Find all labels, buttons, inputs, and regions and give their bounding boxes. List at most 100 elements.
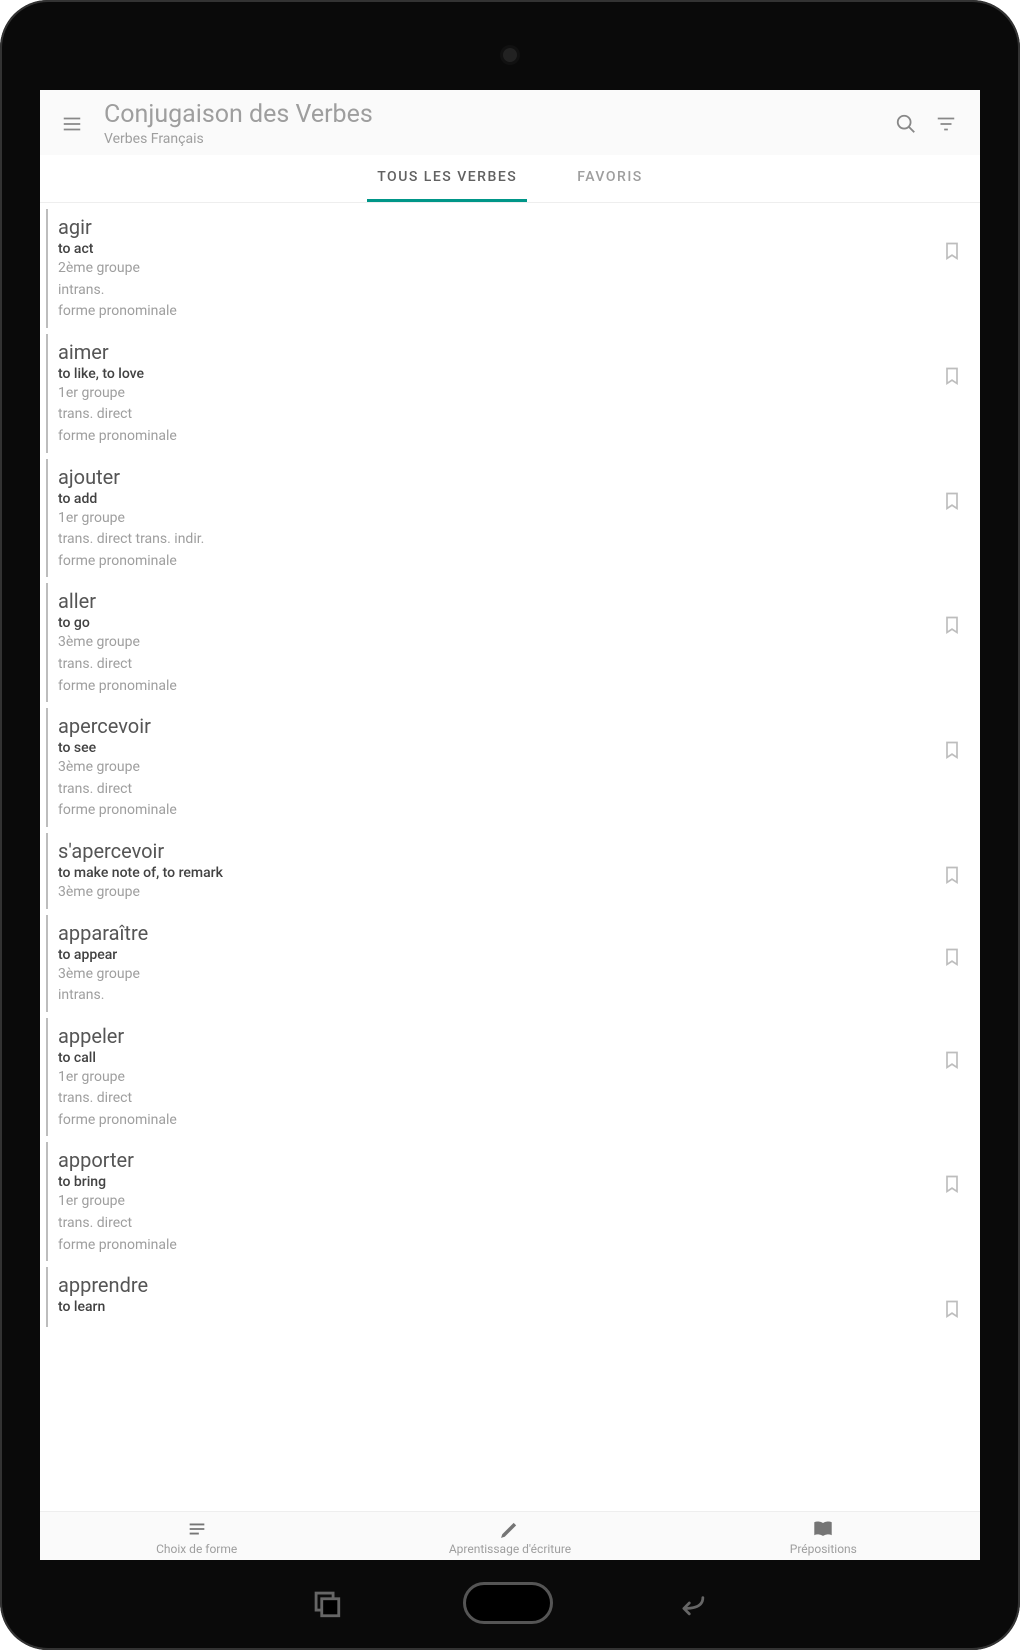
verb-meta: 3ème groupe <box>58 758 938 778</box>
verb-meta: trans. direct <box>58 405 938 425</box>
verb-row[interactable]: appeler to call 1er groupetrans. directfor… <box>46 1018 980 1137</box>
bookmark-icon <box>942 364 962 388</box>
bookmark-icon <box>942 1297 962 1321</box>
verb-translation: to appear <box>58 947 938 963</box>
verb-translation: to bring <box>58 1174 938 1190</box>
verb-translation: to call <box>58 1050 938 1066</box>
verb-word: appeler <box>58 1024 938 1048</box>
bottom-item-apprentissage[interactable]: Aprentissage d'écriture <box>353 1518 666 1556</box>
verb-meta: trans. direct trans. indir. <box>58 530 938 550</box>
verb-word: aller <box>58 589 938 613</box>
bookmark-icon <box>942 1048 962 1072</box>
verb-word: apparaître <box>58 921 938 945</box>
verb-meta: forme pronominale <box>58 1111 938 1131</box>
bookmark-button[interactable] <box>938 1273 966 1321</box>
verb-meta: 3ème groupe <box>58 965 938 985</box>
bookmark-button[interactable] <box>938 215 966 263</box>
verb-meta: trans. direct <box>58 1214 938 1234</box>
verb-row[interactable]: aller to go 3ème groupetrans. directforme … <box>46 583 980 702</box>
verb-meta: trans. direct <box>58 655 938 675</box>
verb-meta: 1er groupe <box>58 384 938 404</box>
verb-row[interactable]: apporterto bring1er groupetrans. directf… <box>46 1142 980 1261</box>
back-icon[interactable] <box>673 1586 711 1620</box>
tab-all-verbs[interactable]: TOUS LES VERBES <box>367 155 527 202</box>
list-icon <box>186 1518 208 1540</box>
verb-row-body: aller to go 3ème groupetrans. directforme … <box>58 589 938 696</box>
bookmark-icon <box>942 738 962 762</box>
verb-row-body: apparaître to appear 3ème groupeintrans. <box>58 921 938 1006</box>
home-button[interactable] <box>463 1582 553 1624</box>
verb-row[interactable]: apercevoir to see 3ème groupetrans. direct… <box>46 708 980 827</box>
verb-row-body: agirto act2ème groupeintrans.forme prono… <box>58 215 938 322</box>
verb-word: aimer <box>58 340 938 364</box>
verb-meta: intrans. <box>58 986 938 1006</box>
bottom-nav: Choix de forme Aprentissage d'écriture P… <box>40 1511 980 1560</box>
verb-word: apporter <box>58 1148 938 1172</box>
verb-row-body: ajouter to add 1er groupetrans. direct tra… <box>58 465 938 572</box>
verb-list[interactable]: agirto act2ème groupeintrans.forme prono… <box>40 203 980 1511</box>
verb-meta: 3ème groupe <box>58 633 938 653</box>
verb-word: ajouter <box>58 465 938 489</box>
bookmark-icon <box>942 613 962 637</box>
bookmark-button[interactable] <box>938 921 966 969</box>
filter-button[interactable] <box>926 113 966 135</box>
search-button[interactable] <box>886 113 926 135</box>
verb-meta: intrans. <box>58 281 938 301</box>
bottom-label: Prépositions <box>790 1542 857 1556</box>
verb-translation: to learn <box>58 1299 938 1315</box>
bookmark-icon <box>942 489 962 513</box>
verb-row[interactable]: aimer to like, to love 1er groupetrans. di… <box>46 334 980 453</box>
verb-translation: to go <box>58 615 938 631</box>
bottom-label: Choix de forme <box>156 1542 237 1556</box>
verb-translation: to like, to love <box>58 366 938 382</box>
verb-word: agir <box>58 215 938 239</box>
bookmark-icon <box>942 1172 962 1196</box>
verb-translation: to see <box>58 740 938 756</box>
verb-translation: to make note of, to remark <box>58 865 938 881</box>
verb-meta: trans. direct <box>58 1089 938 1109</box>
verb-word: apercevoir <box>58 714 938 738</box>
verb-row[interactable]: agirto act2ème groupeintrans.forme prono… <box>46 209 980 328</box>
verb-meta: 1er groupe <box>58 1068 938 1088</box>
verb-row[interactable]: apparaître to appear 3ème groupeintrans. <box>46 915 980 1012</box>
tab-bar: TOUS LES VERBES FAVORIS <box>40 155 980 203</box>
verb-word: apprendre <box>58 1273 938 1297</box>
hardware-buttons <box>0 1582 1020 1624</box>
bottom-item-prepositions[interactable]: Prépositions <box>667 1518 980 1556</box>
verb-row[interactable]: s'apercevoir to make note of, to remark 3è… <box>46 833 980 909</box>
bottom-item-choix[interactable]: Choix de forme <box>40 1518 353 1556</box>
verb-row[interactable]: apprendre to learn <box>46 1267 980 1327</box>
bookmark-button[interactable] <box>938 589 966 637</box>
verb-meta: forme pronominale <box>58 677 938 697</box>
menu-button[interactable] <box>54 113 90 135</box>
pencil-icon <box>499 1518 521 1540</box>
verb-row-body: apercevoir to see 3ème groupetrans. direct… <box>58 714 938 821</box>
verb-translation: to act <box>58 241 938 257</box>
verb-meta: 1er groupe <box>58 509 938 529</box>
verb-word: s'apercevoir <box>58 839 938 863</box>
verb-translation: to add <box>58 491 938 507</box>
verb-meta: forme pronominale <box>58 427 938 447</box>
app-title: Conjugaison des Verbes <box>104 100 886 129</box>
bookmark-button[interactable] <box>938 340 966 388</box>
bookmark-button[interactable] <box>938 465 966 513</box>
tablet-frame: Conjugaison des Verbes Verbes Français T… <box>0 0 1020 1650</box>
tab-favorites[interactable]: FAVORIS <box>567 155 653 202</box>
bookmark-icon <box>942 863 962 887</box>
bookmark-button[interactable] <box>938 839 966 887</box>
verb-meta: forme pronominale <box>58 552 938 572</box>
verb-meta: 3ème groupe <box>58 883 938 903</box>
bookmark-icon <box>942 945 962 969</box>
bookmark-button[interactable] <box>938 1148 966 1196</box>
recent-apps-icon[interactable] <box>309 1586 343 1620</box>
verb-row-body: apprendre to learn <box>58 1273 938 1315</box>
screen: Conjugaison des Verbes Verbes Français T… <box>40 90 980 1560</box>
bookmark-button[interactable] <box>938 714 966 762</box>
verb-row-body: s'apercevoir to make note of, to remark 3è… <box>58 839 938 903</box>
bookmark-button[interactable] <box>938 1024 966 1072</box>
verb-row[interactable]: ajouter to add 1er groupetrans. direct tra… <box>46 459 980 578</box>
verb-row-body: apporterto bring1er groupetrans. directf… <box>58 1148 938 1255</box>
verb-meta: 2ème groupe <box>58 259 938 279</box>
verb-meta: trans. direct <box>58 780 938 800</box>
appbar-titles: Conjugaison des Verbes Verbes Français <box>90 100 886 147</box>
